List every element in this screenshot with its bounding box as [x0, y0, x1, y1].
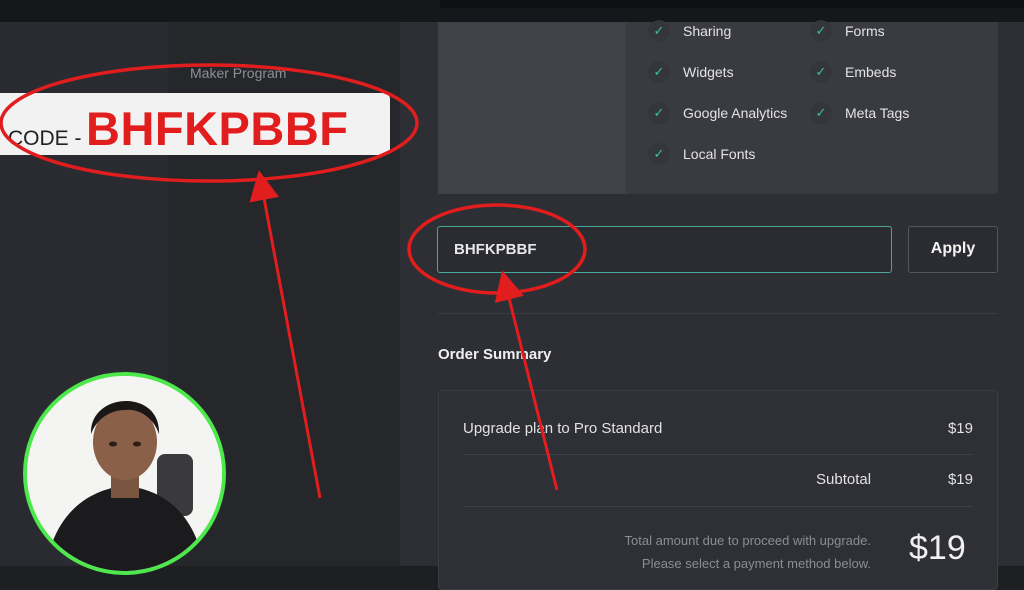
feature-forms: ✓ Forms [810, 20, 885, 42]
check-icon: ✓ [648, 143, 670, 165]
feature-embeds: ✓ Embeds [810, 61, 896, 83]
person-avatar-icon [27, 376, 222, 571]
line-item-price: $19 [947, 420, 973, 437]
check-icon: ✓ [810, 20, 832, 42]
subtotal-label: Subtotal [816, 471, 872, 488]
order-summary-title: Order Summary [438, 346, 552, 363]
total-note-line2: Please select a payment method below. [641, 556, 871, 571]
plan-info-pane [438, 22, 626, 194]
coupon-code-banner: CODE - BHFKPBBF [0, 93, 390, 155]
feature-label: Embeds [845, 64, 897, 80]
feature-label: Google Analytics [683, 105, 788, 121]
summary-divider [463, 506, 973, 507]
coupon-code-input[interactable] [437, 226, 892, 273]
feature-label: Widgets [683, 64, 734, 80]
apply-coupon-button[interactable]: Apply [908, 226, 998, 273]
check-icon: ✓ [810, 61, 832, 83]
feature-local-fonts: ✓ Local Fonts [648, 143, 755, 165]
feature-label: Sharing [683, 23, 732, 39]
feature-google-analytics: ✓ Google Analytics [648, 102, 787, 124]
code-prefix-label: CODE - [8, 127, 82, 150]
code-value-label: BHFKPBBF [86, 102, 349, 155]
webcam-avatar [23, 372, 226, 575]
feature-widgets: ✓ Widgets [648, 61, 734, 83]
main-content: ✓ Sharing ✓ Forms ✓ Widgets ✓ Embeds ✓ G… [400, 20, 1024, 590]
order-summary-card: Upgrade plan to Pro Standard $19 Subtota… [438, 390, 998, 590]
subtotal-value: $19 [947, 471, 973, 488]
sidebar-item-maker-program[interactable]: Maker Program [190, 65, 286, 81]
summary-divider [463, 454, 973, 455]
line-item-label: Upgrade plan to Pro Standard [463, 420, 663, 437]
feature-meta-tags: ✓ Meta Tags [810, 102, 909, 124]
feature-label: Forms [845, 23, 885, 39]
plan-features-card: ✓ Sharing ✓ Forms ✓ Widgets ✓ Embeds ✓ G… [438, 20, 998, 194]
total-amount: $19 [909, 529, 966, 567]
section-divider [438, 313, 998, 314]
check-icon: ✓ [648, 61, 670, 83]
feature-label: Local Fonts [683, 146, 756, 162]
check-icon: ✓ [648, 102, 670, 124]
feature-label: Meta Tags [845, 105, 910, 121]
check-icon: ✓ [810, 102, 832, 124]
feature-sharing: ✓ Sharing [648, 20, 731, 42]
total-note-line1: Total amount due to proceed with upgrade… [624, 533, 871, 548]
window-top-strip [440, 0, 1024, 8]
check-icon: ✓ [648, 20, 670, 42]
